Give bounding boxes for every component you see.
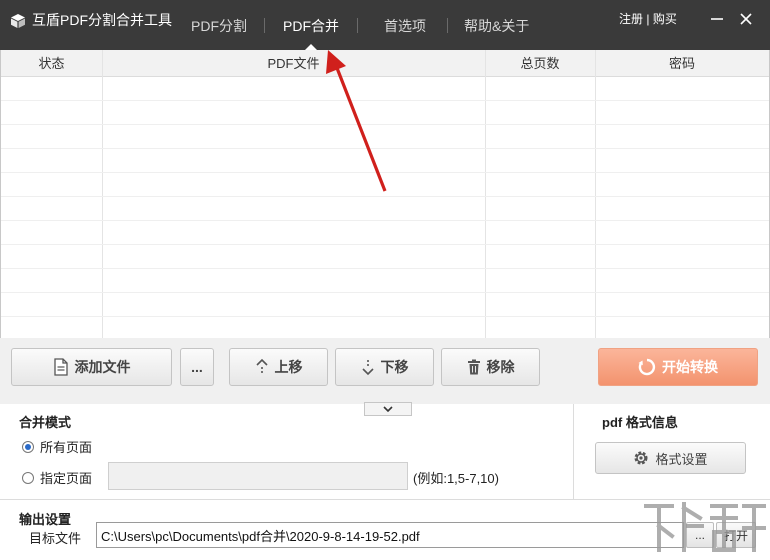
merge-mode-title: 合并模式: [19, 415, 72, 430]
row-divider: [1, 196, 769, 197]
account-links: 注册 | 购买: [619, 10, 677, 27]
row-divider: [1, 244, 769, 245]
row-divider: [1, 316, 769, 317]
tab-help-about[interactable]: 帮助&关于: [464, 16, 529, 36]
row-divider: [1, 100, 769, 101]
tab-separator: [264, 18, 265, 33]
chevron-down-icon: [383, 406, 393, 413]
trash-icon: [467, 359, 480, 375]
column-divider: [102, 50, 103, 338]
action-toolbar: 添加文件 ... 上移 下移 移除 开始转换: [0, 338, 770, 404]
column-divider: [595, 50, 596, 338]
move-up-label: 上移: [274, 359, 303, 375]
app-logo-icon: [11, 14, 25, 28]
column-header-pdf-file[interactable]: PDF文件: [102, 50, 485, 77]
add-file-button[interactable]: 添加文件: [11, 348, 172, 386]
move-down-label: 下移: [380, 359, 409, 375]
column-header-total-pages[interactable]: 总页数: [485, 50, 595, 77]
row-divider: [1, 220, 769, 221]
tab-pdf-split[interactable]: PDF分割: [191, 16, 247, 36]
move-down-button[interactable]: 下移: [335, 348, 434, 386]
radio-dot[interactable]: [22, 471, 34, 484]
document-icon: [53, 358, 68, 376]
close-icon[interactable]: [735, 8, 757, 30]
radio-specified-pages[interactable]: 指定页面: [22, 468, 92, 487]
add-file-label: 添加文件: [74, 359, 131, 375]
remove-label: 移除: [486, 359, 515, 375]
remove-button[interactable]: 移除: [441, 348, 540, 386]
row-divider: [1, 268, 769, 269]
tab-separator: [357, 18, 358, 33]
radio-all-pages[interactable]: 所有页面: [22, 437, 92, 456]
app-title: 互盾PDF分割合并工具: [32, 12, 172, 28]
file-table[interactable]: 状态 PDF文件 总页数 密码: [0, 50, 770, 338]
start-convert-button[interactable]: 开始转换: [598, 348, 758, 386]
collapse-toggle[interactable]: [364, 402, 412, 416]
output-settings-title: 输出设置: [19, 512, 72, 527]
tab-preferences[interactable]: 首选项: [384, 16, 426, 36]
format-settings-button[interactable]: 格式设置: [595, 442, 746, 474]
watermark-logo: [644, 502, 766, 552]
minimize-icon[interactable]: [706, 8, 728, 30]
column-divider: [485, 50, 486, 338]
pdf-format-title: pdf 格式信息: [602, 415, 678, 430]
move-up-button[interactable]: 上移: [229, 348, 328, 386]
arrow-down-icon: [361, 360, 374, 376]
specified-pages-label: 指定页面: [40, 471, 93, 486]
start-convert-label: 开始转换: [662, 359, 718, 375]
tab-separator: [447, 18, 448, 33]
refresh-icon: [638, 358, 656, 376]
gear-icon: [634, 451, 648, 465]
table-header: 状态 PDF文件 总页数 密码: [1, 50, 769, 77]
row-divider: [1, 292, 769, 293]
page-range-input[interactable]: [108, 462, 408, 490]
target-file-input[interactable]: [96, 522, 684, 548]
register-link[interactable]: 注册: [619, 12, 643, 26]
format-settings-label: 格式设置: [655, 451, 708, 467]
row-divider: [1, 124, 769, 125]
buy-link[interactable]: 购买: [653, 12, 677, 26]
tab-pdf-merge[interactable]: PDF合并: [283, 16, 339, 36]
all-pages-label: 所有页面: [40, 440, 93, 455]
target-file-label: 目标文件: [29, 531, 82, 546]
link-separator: |: [643, 12, 653, 26]
column-header-status[interactable]: 状态: [1, 50, 102, 77]
title-bar: 互盾PDF分割合并工具 PDF分割 PDF合并 首选项 帮助&关于 注册 | 购…: [0, 0, 770, 50]
more-options-button[interactable]: ...: [180, 348, 214, 386]
row-divider: [1, 172, 769, 173]
radio-dot-checked[interactable]: [22, 440, 34, 453]
arrow-up-icon: [255, 358, 268, 373]
panel-divider: [573, 404, 574, 500]
page-range-hint: (例如:1,5-7,10): [413, 471, 499, 486]
merge-mode-panel: 合并模式 所有页面 指定页面 (例如:1,5-7,10) pdf 格式信息 格式…: [0, 404, 770, 500]
column-header-password[interactable]: 密码: [595, 50, 769, 77]
row-divider: [1, 148, 769, 149]
